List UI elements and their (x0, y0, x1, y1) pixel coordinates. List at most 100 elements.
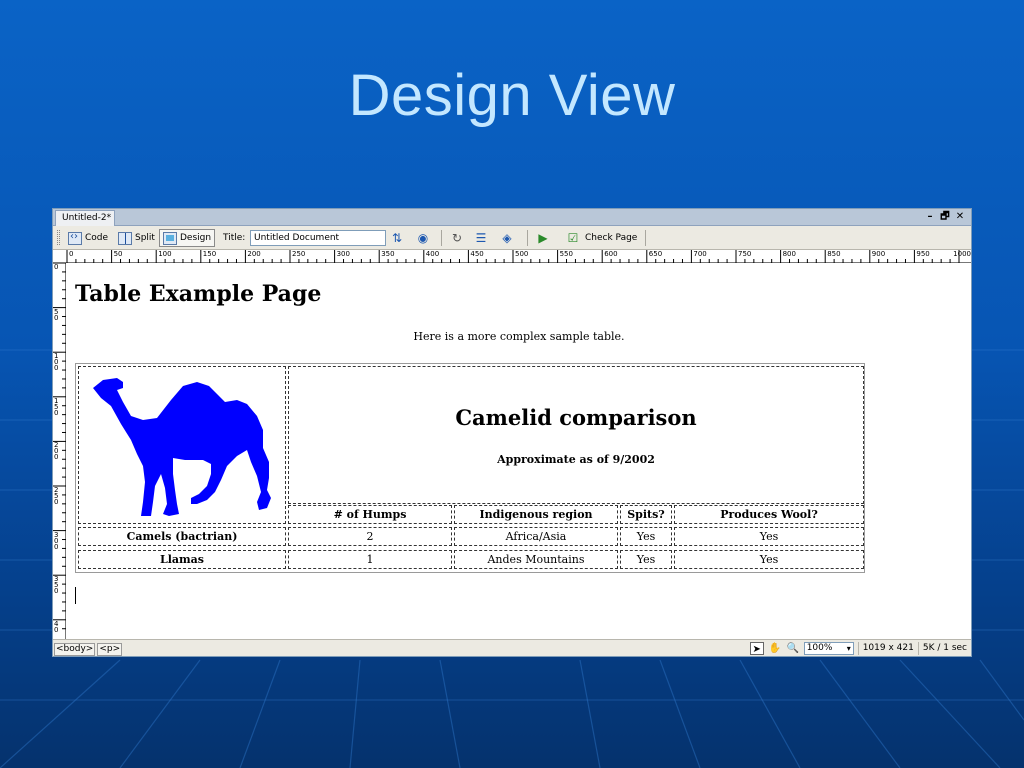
header-cell[interactable]: # of Humps (288, 505, 452, 524)
refresh-icon[interactable]: ↻ (449, 230, 465, 246)
dreamweaver-window: Untitled-2* – 🗗 ✕ Code Split Design Titl… (52, 208, 972, 657)
ruler-label: 0 (69, 250, 74, 258)
code-view-label: Code (85, 233, 109, 243)
table-cell[interactable]: Yes (620, 527, 672, 546)
hand-tool-icon[interactable]: ✋ (768, 642, 782, 655)
split-view-button[interactable]: Split (115, 229, 158, 247)
code-icon (68, 231, 82, 245)
preview-in-browser-icon[interactable]: ◉ (415, 230, 431, 246)
ruler-label: 700 (693, 250, 707, 258)
document-tab-bar: Untitled-2* – 🗗 ✕ (53, 209, 971, 226)
window-controls: – 🗗 ✕ (925, 210, 965, 225)
slide-title: Design View (348, 63, 676, 128)
ruler-label: 850 (827, 250, 841, 258)
file-management-icon[interactable]: ⇅ (389, 230, 405, 246)
ruler-label: 2 0 0 (54, 441, 59, 462)
toolbar-separator (645, 230, 646, 246)
design-canvas[interactable]: Table Example Page Here is a more comple… (67, 263, 971, 639)
check-page-label: Check Page (585, 233, 638, 243)
title-label: Title: (223, 233, 246, 243)
ruler-label: 50 (113, 250, 123, 258)
ruler-label: 4 0 (54, 619, 59, 634)
intro-paragraph: Here is a more complex sample table. (413, 330, 625, 343)
minimize-icon[interactable]: – (925, 210, 935, 225)
text-cursor (75, 587, 76, 604)
check-page-button[interactable]: ☑ Check Page (561, 229, 640, 247)
ruler-label: 750 (738, 250, 752, 258)
restore-icon[interactable]: 🗗 (940, 210, 950, 225)
design-view-button[interactable]: Design (159, 229, 216, 247)
window-size-readout[interactable]: 1019 x 421 (857, 642, 914, 655)
header-cell[interactable]: Indigenous region (454, 505, 618, 524)
ruler-label: 2 5 0 (54, 486, 59, 506)
zoom-tool-icon[interactable]: 🔍 (786, 642, 800, 655)
ruler-label: 500 (515, 250, 529, 258)
toolbar-separator (441, 230, 442, 246)
ruler-label: 300 (336, 250, 350, 258)
ruler-label: 800 (782, 250, 796, 258)
ruler-label: 950 (916, 250, 930, 258)
horizontal-ruler: 0 50 100 150 200 250 300 350 400 450 500 550 600 650 7… (53, 250, 971, 263)
ruler-label: 900 (871, 250, 886, 258)
camel-image-cell[interactable] (78, 366, 286, 524)
ruler-label: 3 0 0 (54, 530, 59, 551)
ruler-label: 550 (559, 250, 573, 258)
ruler-label: 400 (425, 250, 440, 258)
table-cell[interactable]: Yes (674, 527, 864, 546)
ruler-label: 5 0 (54, 307, 59, 322)
caption-title: Camelid comparison (455, 405, 697, 430)
document-toolbar: Code Split Design Title: ⇅ ◉ ↻ ☰ ◈ ▶ ☑ C… (53, 226, 971, 250)
caption-cell[interactable]: Camelid comparison Approximate as of 9/2… (288, 366, 864, 504)
tag-body[interactable]: <body> (54, 643, 96, 656)
camelid-table[interactable]: Camelid comparison Approximate as of 9/2… (75, 363, 865, 573)
caption-subtitle: Approximate as of 9/2002 (497, 453, 655, 466)
page-heading: Table Example Page (75, 281, 322, 307)
view-options-icon[interactable]: ☰ (473, 230, 489, 246)
code-view-button[interactable]: Code (65, 229, 111, 247)
ruler-label: 250 (292, 250, 306, 258)
ruler-label: 600 (604, 250, 618, 258)
design-icon (163, 231, 177, 245)
vertical-ruler: 0 5 0 1 0 0 1 5 0 2 0 0 2 5 0 3 0 0 3 5 0 4 0 (53, 263, 66, 639)
split-view-label: Split (135, 233, 155, 243)
table-cell[interactable]: 2 (288, 527, 452, 546)
toolbar-separator (527, 230, 528, 246)
toolbar-grip[interactable] (57, 230, 60, 245)
row-header-camels[interactable]: Camels (bactrian) (78, 527, 286, 546)
ruler-label: 1000 (953, 250, 971, 258)
tag-p[interactable]: <p> (97, 643, 123, 656)
tag-selector: <body> <p> (54, 643, 123, 656)
status-bar: <body> <p> ➤ ✋ 🔍 100% 1019 x 421 5K / 1 … (53, 639, 971, 656)
download-size-readout: 5K / 1 sec (917, 642, 967, 655)
table-cell[interactable]: Yes (674, 550, 864, 569)
ruler-label: 350 (381, 250, 395, 258)
status-bar-tools: ➤ ✋ 🔍 100% 1019 x 421 5K / 1 sec (749, 642, 967, 655)
ruler-label: 200 (247, 250, 261, 258)
close-icon[interactable]: ✕ (955, 210, 965, 225)
ruler-label: 1 0 0 (54, 352, 59, 373)
validate-markup-icon[interactable]: ▶ (535, 230, 551, 246)
document-title-input[interactable] (250, 230, 386, 246)
ruler-label: 450 (470, 250, 484, 258)
split-icon (118, 231, 132, 245)
ruler-label: 150 (202, 250, 217, 258)
visual-aids-icon[interactable]: ◈ (499, 230, 515, 246)
ruler-label: 1 5 0 (54, 396, 59, 417)
camel-image (93, 378, 271, 516)
document-tab[interactable]: Untitled-2* (55, 210, 115, 226)
table-cell[interactable]: Africa/Asia (454, 527, 618, 546)
table-cell[interactable]: 1 (288, 550, 452, 569)
ruler-label: 100 (158, 250, 172, 258)
zoom-select[interactable]: 100% (803, 642, 854, 655)
header-cell[interactable]: Spits? (620, 505, 672, 524)
check-page-icon: ☑ (567, 231, 579, 245)
design-view-label: Design (180, 233, 212, 243)
header-cell[interactable]: Produces Wool? (674, 505, 864, 524)
select-tool-icon[interactable]: ➤ (749, 642, 764, 655)
ruler-label: 650 (648, 250, 663, 258)
ruler-label: 3 5 0 (54, 575, 59, 596)
table-cell[interactable]: Yes (620, 550, 672, 569)
table-cell[interactable]: Andes Mountains (454, 550, 618, 569)
ruler-label: 0 (54, 263, 59, 271)
row-header-llamas[interactable]: Llamas (78, 550, 286, 569)
